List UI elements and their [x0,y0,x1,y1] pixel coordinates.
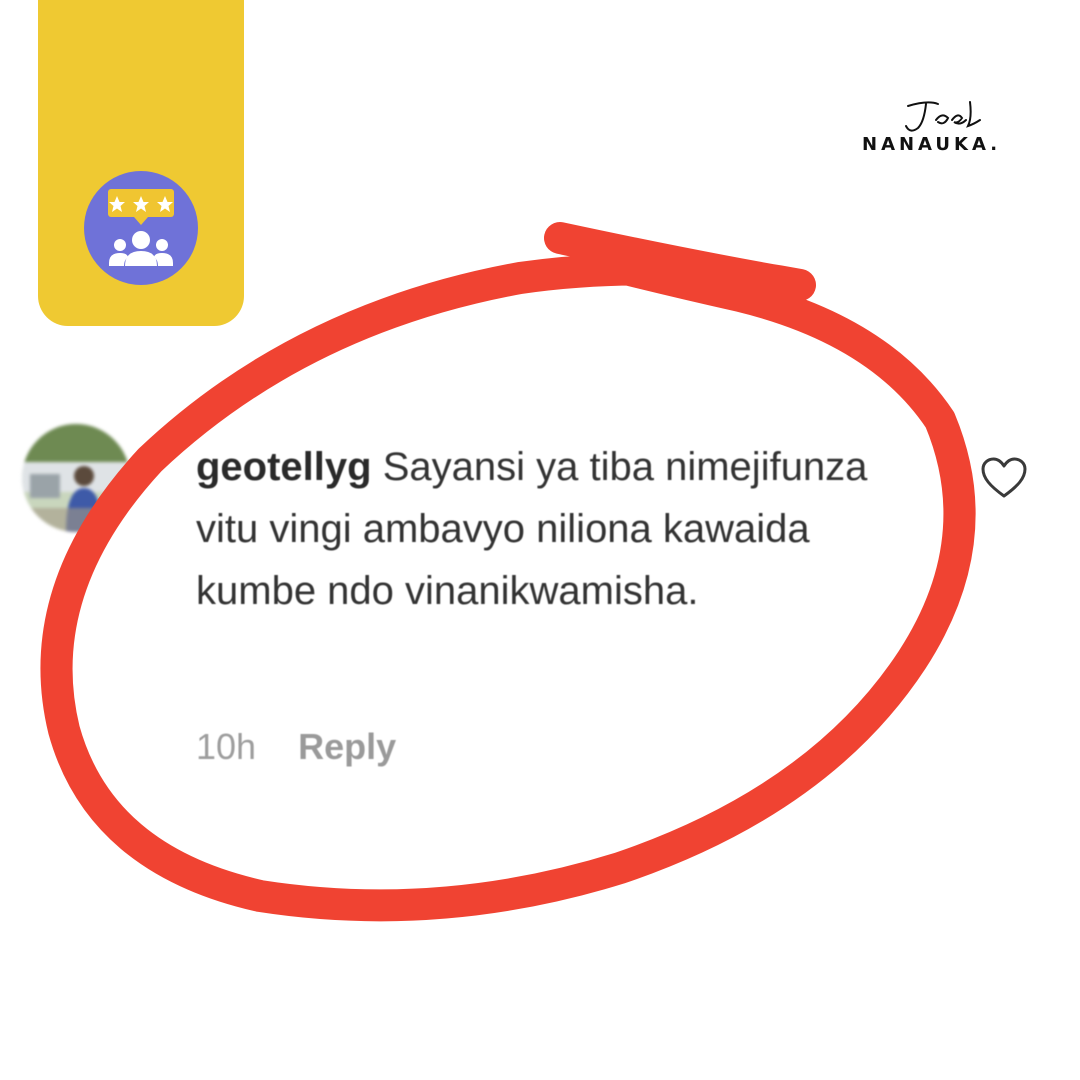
heart-icon[interactable] [980,456,1028,500]
comment-username[interactable]: geotellyg [196,445,372,489]
comment-timestamp: 10h [196,726,257,767]
avatar[interactable] [22,424,130,532]
reviews-icon [84,171,198,285]
comment-meta: 10h Reply [196,726,396,768]
comment-body: geotellyg Sayansi ya tiba nimejifunza vi… [196,436,916,622]
reply-button[interactable]: Reply [298,726,396,768]
brand-logo: NANAUKA. [858,98,1028,160]
signature-logo-icon [905,101,981,132]
logo-text: NANAUKA. [862,134,1002,155]
